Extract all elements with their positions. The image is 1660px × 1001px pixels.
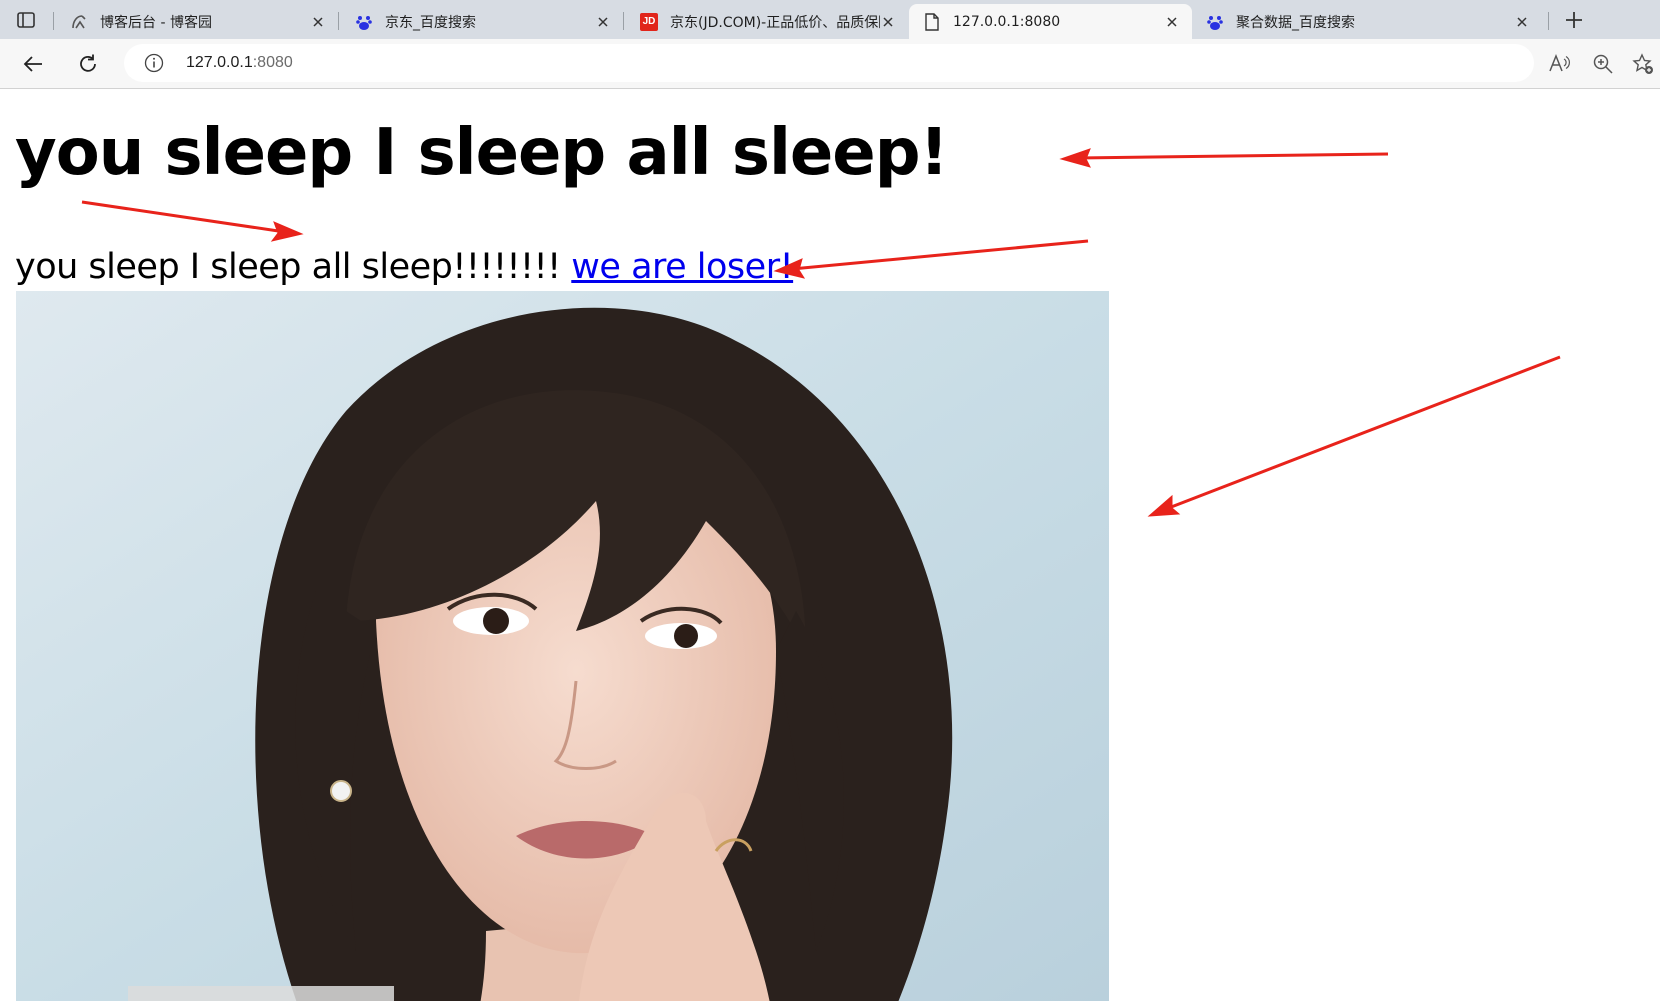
portrait-image — [16, 291, 1109, 1001]
tab-title: 京东_百度搜索 — [385, 14, 476, 31]
new-tab-icon[interactable] — [1560, 6, 1588, 34]
jd-logo-icon: JD — [640, 12, 658, 31]
tab-separator — [623, 12, 624, 30]
tab-separator — [338, 12, 339, 30]
tab-localhost-active[interactable]: 127.0.0.1:8080 — [909, 4, 1192, 39]
browser-toolbar: 127.0.0.1:8080 — [0, 39, 1660, 89]
add-favorite-icon[interactable] — [1628, 49, 1658, 79]
tab-title: 京东(JD.COM)-正品低价、品质保障 — [670, 14, 880, 31]
tab-baidu-jd[interactable]: 京东_百度搜索 — [341, 4, 623, 39]
baidu-paw-icon — [355, 13, 373, 31]
page-paragraph: you sleep I sleep all sleep!!!!!!!! we a… — [15, 245, 794, 289]
close-tab-icon[interactable] — [1514, 14, 1530, 30]
close-tab-icon[interactable] — [880, 14, 896, 30]
tab-title: 127.0.0.1:8080 — [953, 13, 1061, 30]
tab-separator — [53, 12, 54, 30]
tab-cnblogs[interactable]: 博客后台 - 博客园 — [56, 4, 338, 39]
address-text[interactable]: 127.0.0.1:8080 — [186, 54, 293, 72]
tab-title: 博客后台 - 博客园 — [100, 14, 212, 31]
tab-jd[interactable]: JD 京东(JD.COM)-正品低价、品质保障 — [626, 4, 908, 39]
paragraph-text: you sleep I sleep all sleep!!!!!!!! — [15, 247, 561, 287]
page-icon — [923, 12, 941, 31]
tab-strip: 博客后台 - 博客园 京东_百度搜索 JD 京东(JD.COM)-正品低价、品质… — [0, 0, 1660, 39]
cnblogs-icon — [70, 13, 88, 31]
close-tab-icon[interactable] — [310, 14, 326, 30]
address-port: :8080 — [252, 54, 293, 71]
zoom-icon[interactable] — [1588, 49, 1618, 79]
tab-separator — [1548, 12, 1549, 30]
tab-title: 聚合数据_百度搜索 — [1236, 14, 1355, 31]
address-host: 127.0.0.1 — [186, 54, 253, 71]
back-arrow-icon[interactable] — [18, 49, 48, 79]
tab-juhe-baidu[interactable]: 聚合数据_百度搜索 — [1192, 4, 1542, 39]
read-aloud-icon[interactable] — [1544, 49, 1574, 79]
reload-icon[interactable] — [73, 49, 103, 79]
close-tab-icon[interactable] — [1164, 14, 1180, 30]
baidu-paw-icon — [1206, 13, 1224, 31]
tab-actions-menu-icon[interactable] — [14, 8, 38, 32]
web-page-content: you sleep I sleep all sleep! you sleep I… — [0, 89, 1660, 1001]
image-toolbar-overlay — [128, 986, 394, 1001]
site-info-icon[interactable] — [144, 53, 164, 73]
close-tab-icon[interactable] — [595, 14, 611, 30]
page-heading: you sleep I sleep all sleep! — [15, 116, 949, 190]
loser-link[interactable]: we are loser! — [571, 247, 793, 287]
address-bar[interactable]: 127.0.0.1:8080 — [124, 44, 1534, 82]
